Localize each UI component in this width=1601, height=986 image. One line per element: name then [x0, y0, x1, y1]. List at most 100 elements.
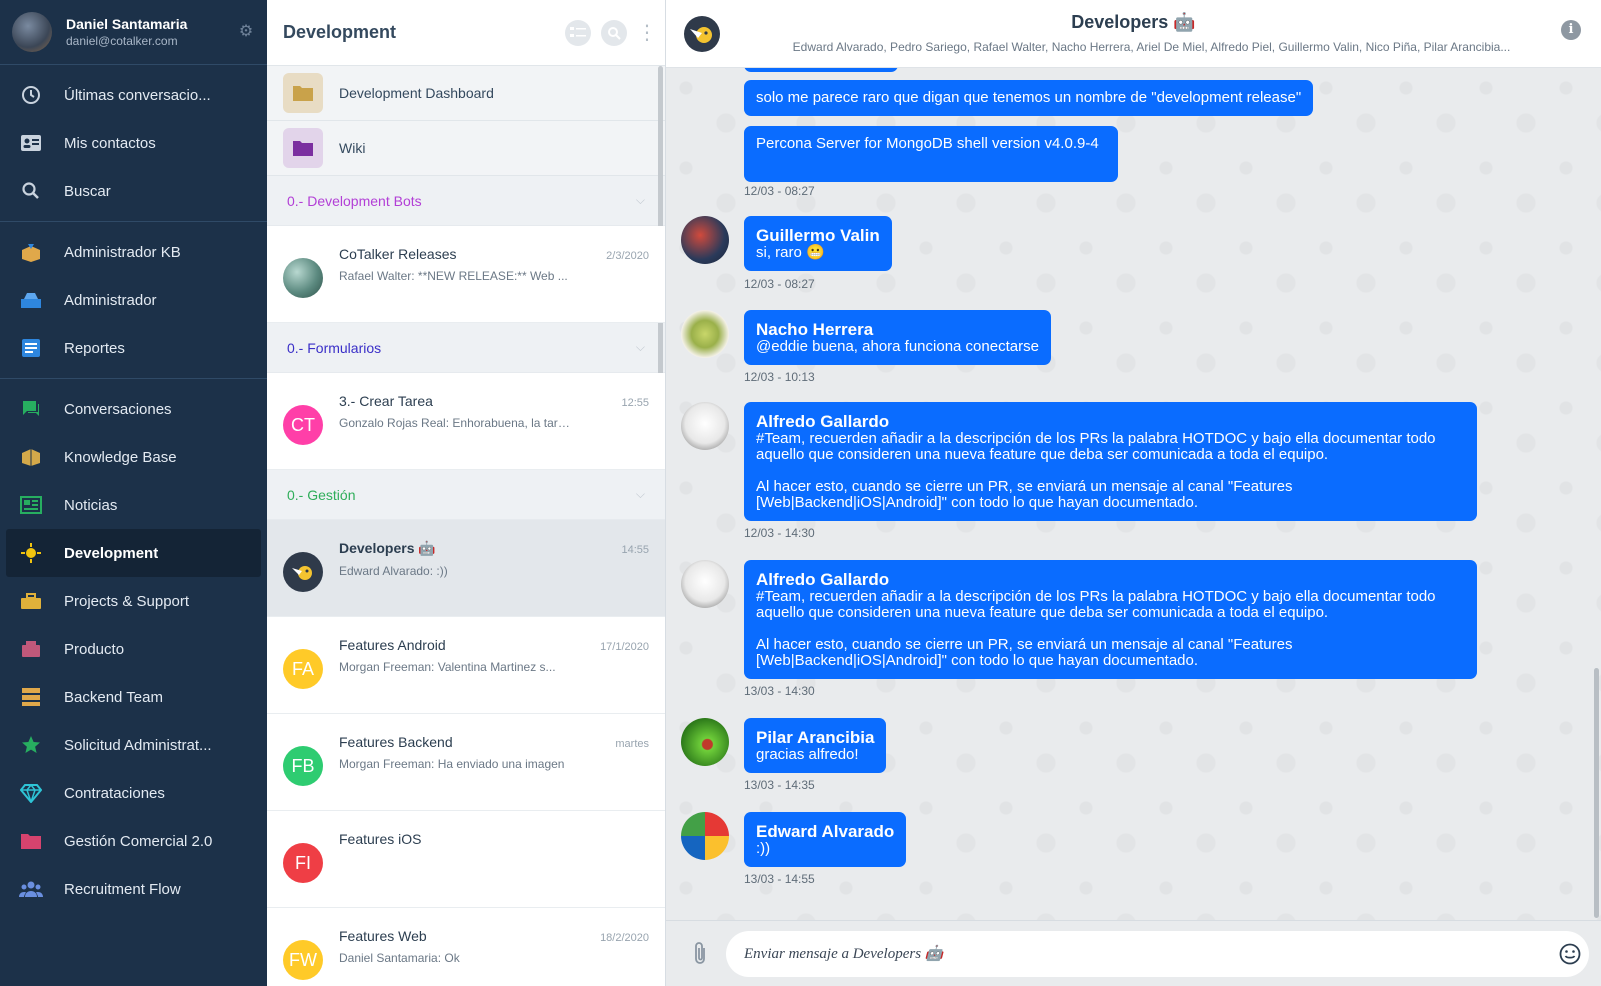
nav-label: Projects & Support	[64, 592, 190, 610]
sender-avatar[interactable]	[681, 560, 729, 608]
emoji-icon[interactable]	[1559, 943, 1581, 965]
folder-icon	[283, 128, 323, 168]
section-development-bots[interactable]: 0.- Development Bots ⌵	[267, 176, 665, 226]
message-bubble: Guillermo Valin si, raro 😬	[744, 216, 892, 271]
conversation-preview: Morgan Freeman: Ha enviado una imagen	[339, 757, 565, 771]
nav-label: Contrataciones	[64, 784, 165, 802]
sender-avatar[interactable]	[681, 718, 729, 766]
message-text: Al hacer esto, cuando se cierre un PR, s…	[756, 636, 1293, 669]
nav-label: Recruitment Flow	[64, 880, 181, 898]
message-text: Al hacer esto, cuando se cierre un PR, s…	[756, 478, 1293, 511]
nav-item-reports[interactable]: Reportes	[6, 324, 261, 372]
chevron-down-icon[interactable]: ⌵	[636, 340, 645, 355]
gear-icon[interactable]: ⚙	[237, 23, 255, 41]
message-timestamp: 13/03 - 14:35	[744, 778, 815, 792]
sender-avatar[interactable]	[681, 402, 729, 450]
conversation-preview: Morgan Freeman: Valentina Martinez s...	[339, 660, 556, 674]
nav-label: Buscar	[64, 182, 111, 200]
message-timestamp: 13/03 - 14:30	[744, 684, 815, 698]
search-icon[interactable]	[601, 19, 627, 46]
section-forms[interactable]: 0.- Formularios ⌵	[267, 323, 665, 373]
conversation-time: martes	[615, 738, 649, 750]
profile-info: Daniel Santamaria daniel@cotalker.com	[66, 16, 237, 48]
nav-group-main: Últimas conversacio... Mis contactos Bus…	[0, 65, 267, 222]
conversation-item[interactable]: CT 3.- Crear Tarea 12:55 Gonzalo Rojas Re…	[267, 373, 665, 470]
conversation-body: 3.- Crear Tarea 12:55 Gonzalo Rojas Real:…	[339, 393, 649, 469]
section-title: 0.- Development Bots	[287, 192, 422, 209]
conversation-item[interactable]: FW Features Web 18/2/2020 Daniel Santamar…	[267, 908, 665, 986]
message-sender[interactable]: Nacho Herrera	[756, 320, 1039, 339]
paperclip-icon[interactable]	[690, 941, 710, 967]
chevron-down-icon[interactable]: ⌵	[636, 487, 645, 502]
nav-item-news[interactable]: Noticias	[6, 481, 261, 529]
message-text: #Team, recuerden añadir a la descripción…	[756, 430, 1436, 463]
message-sender[interactable]: Guillermo Valin	[756, 226, 880, 245]
message-timestamp: 12/03 - 14:30	[744, 526, 815, 540]
nav-item-admin[interactable]: Administrador	[6, 276, 261, 324]
nav-item-hiring[interactable]: Contrataciones	[6, 769, 261, 817]
folder-icon	[18, 829, 44, 853]
nav-item-search[interactable]: Buscar	[6, 167, 261, 215]
nav-item-commercial[interactable]: Gestión Comercial 2.0	[6, 817, 261, 865]
nav-item-knowledge-base[interactable]: Knowledge Base	[6, 433, 261, 481]
chat-members[interactable]: Edward Alvarado, Pedro Sariego, Rafael W…	[762, 40, 1541, 54]
sender-avatar[interactable]	[681, 216, 729, 264]
message-sender[interactable]: Edward Alvarado	[756, 822, 894, 841]
admin-icon	[18, 288, 44, 312]
profile-header[interactable]: Daniel Santamaria daniel@cotalker.com ⚙	[0, 0, 267, 65]
message-sender[interactable]: Alfredo Gallardo	[756, 412, 1465, 431]
nav-label: Noticias	[64, 496, 118, 514]
conversation-item[interactable]: FB Features Backend martes Morgan Freeman…	[267, 714, 665, 811]
folder-wiki[interactable]: Wiki	[267, 121, 665, 176]
nav-item-recruitment[interactable]: Recruitment Flow	[6, 865, 261, 913]
section-title: 0.- Gestión	[287, 486, 356, 503]
filter-icon[interactable]	[565, 19, 591, 46]
nav-label: Mis contactos	[64, 134, 156, 152]
conversation-title: CoTalker Releases	[339, 246, 457, 262]
conversation-body: Features iOS	[339, 831, 649, 907]
message-input[interactable]	[726, 931, 1589, 977]
nav-item-kb-admin[interactable]: Administrador KB	[6, 228, 261, 276]
nav-label: Producto	[64, 640, 125, 658]
message-bubble: Pilar Arancibia gracias alfredo!	[744, 718, 887, 773]
message-bubble: Nacho Herrera @eddie buena, ahora funcio…	[744, 310, 1051, 365]
conversation-avatar: CT	[283, 405, 323, 445]
nav-item-projects-support[interactable]: Projects & Support	[6, 577, 261, 625]
message-sender[interactable]: Pilar Arancibia	[756, 728, 874, 747]
product-icon	[18, 637, 44, 661]
chat-icon	[18, 397, 44, 421]
info-icon[interactable]: i	[1561, 20, 1581, 40]
conversation-item[interactable]: FI Features iOS	[267, 811, 665, 908]
reports-icon	[18, 336, 44, 360]
folder-development-dashboard[interactable]: Development Dashboard	[267, 66, 665, 121]
message-sender[interactable]: Alfredo Gallardo	[756, 570, 1465, 589]
message-scrollbar[interactable]	[1594, 668, 1599, 918]
nav-item-admin-request[interactable]: Solicitud Administrat...	[6, 721, 261, 769]
news-icon	[18, 493, 44, 517]
nav-item-backend-team[interactable]: Backend Team	[6, 673, 261, 721]
folder-label: Development Dashboard	[339, 85, 494, 101]
message-list: solo me parece raro que digan que tenemo…	[666, 68, 1601, 920]
message-text: gracias alfredo!	[756, 746, 859, 763]
chevron-down-icon[interactable]: ⌵	[636, 193, 645, 208]
nav-label: Administrador	[64, 291, 157, 309]
conversation-time: 2/3/2020	[606, 250, 649, 262]
sender-avatar[interactable]	[681, 310, 729, 358]
section-title: 0.- Formularios	[287, 339, 382, 356]
nav-item-contacts[interactable]: Mis contactos	[6, 119, 261, 167]
nav-label: Knowledge Base	[64, 448, 177, 466]
conversation-title: Features Android	[339, 637, 446, 653]
more-options-icon[interactable]: ⋮	[637, 23, 657, 43]
nav-item-latest-conversations[interactable]: Últimas conversacio...	[6, 71, 261, 119]
section-management[interactable]: 0.- Gestión ⌵	[267, 470, 665, 520]
nav-item-conversations[interactable]: Conversaciones	[6, 385, 261, 433]
nav-item-development[interactable]: Development	[6, 529, 261, 577]
conversation-body: Features Backend martes Morgan Freeman: H…	[339, 734, 649, 810]
message-composer	[666, 920, 1601, 986]
conversation-item-selected[interactable]: Developers 🤖 14:55 Edward Alvarado: :))	[267, 520, 665, 617]
star-icon	[18, 733, 44, 757]
nav-item-product[interactable]: Producto	[6, 625, 261, 673]
sender-avatar[interactable]	[681, 812, 729, 860]
conversation-item[interactable]: FA Features Android 17/1/2020 Morgan Free…	[267, 617, 665, 714]
conversation-item[interactable]: CoTalker Releases 2/3/2020 Rafael Walter:…	[267, 226, 665, 323]
